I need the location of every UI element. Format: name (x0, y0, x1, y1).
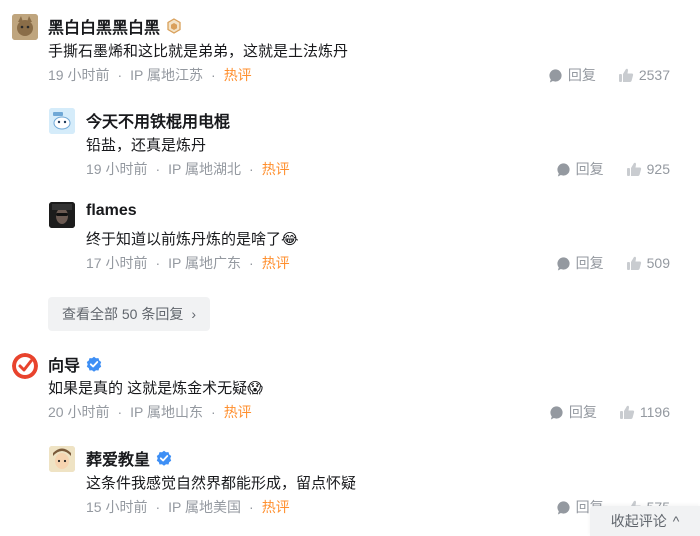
separator-dot: · (249, 255, 254, 271)
comment-meta: 20 小时前 · IP 属地山东 · 热评 (48, 402, 252, 422)
comment-text: 铅盐，还真是炼丹 (86, 137, 207, 154)
comment-actions: 回复 2537 (548, 65, 670, 85)
like-count: 2537 (638, 67, 670, 83)
comment-text: 手撕石墨烯和这比就是弟弟，这就是土法炼丹 (48, 43, 349, 60)
like-button[interactable]: 1196 (619, 404, 670, 420)
username[interactable]: 葬爱教皇 (86, 446, 172, 470)
comment-time: 19 小时前 (48, 67, 110, 83)
reply-label: 回复 (567, 67, 596, 83)
thumbs-up-icon (619, 405, 635, 419)
separator-dot: · (211, 404, 216, 420)
avatar[interactable] (49, 446, 75, 472)
verified-check-icon (156, 450, 172, 466)
reply-button[interactable]: 回复 (548, 65, 596, 85)
reply-label: 回复 (575, 255, 604, 271)
reply-button[interactable]: 回复 (556, 159, 604, 179)
collapse-comments-button[interactable]: 收起评论 ^ (590, 506, 700, 536)
thumbs-up-icon (618, 68, 633, 82)
separator-dot: · (155, 255, 161, 271)
comment-meta: 15 小时前 · IP 属地美国 · 热评 (86, 497, 290, 517)
username-text[interactable]: 今天不用铁棍用电棍 (86, 108, 230, 132)
comment-time: 20 小时前 (48, 404, 110, 420)
comment-time: 15 小时前 (86, 499, 148, 515)
like-button[interactable]: 2537 (618, 67, 670, 83)
separator-dot: · (155, 499, 161, 515)
hot-comment-badge: 热评 (223, 404, 252, 420)
reply-bubble-icon (549, 68, 562, 83)
ip-location: IP 属地广东 (168, 255, 242, 271)
avatar[interactable] (49, 202, 75, 228)
username-text[interactable]: 向导 (48, 352, 80, 376)
separator-dot: · (155, 161, 161, 177)
avatar-check-logo-image (12, 353, 38, 379)
avatar-anime-image (49, 446, 75, 472)
reply-bubble-icon (557, 256, 570, 271)
view-all-label: 查看全部 50 条回复 (62, 306, 184, 322)
thumbs-up-icon (626, 256, 641, 270)
comment-time: 19 小时前 (86, 161, 148, 177)
hot-comment-badge: 热评 (261, 255, 290, 271)
collapse-label: 收起评论 (610, 513, 667, 529)
like-button[interactable]: 509 (626, 255, 670, 271)
avatar-cat-image (12, 14, 38, 40)
avatar[interactable] (49, 108, 75, 134)
view-all-replies-button[interactable]: 查看全部 50 条回复 › (48, 297, 211, 331)
avatar-cartoon-image (49, 108, 75, 134)
separator-dot: · (117, 404, 123, 420)
reply-label: 回复 (568, 404, 597, 420)
comment-meta: 17 小时前 · IP 属地广东 · 热评 (86, 253, 290, 273)
comment-actions: 回复 925 (556, 159, 670, 179)
reply-button[interactable]: 回复 (556, 253, 604, 273)
hot-comment-badge: 热评 (223, 67, 252, 83)
comment-meta: 19 小时前 · IP 属地湖北 · 热评 (86, 159, 290, 179)
reply-bubble-icon (557, 500, 570, 515)
separator-dot: · (117, 67, 123, 83)
comment-actions: 回复 509 (556, 253, 670, 273)
like-count: 925 (646, 161, 670, 177)
username-text[interactable]: flames (86, 202, 137, 220)
username[interactable]: 黑白白黑黑白黑 (48, 14, 182, 38)
ip-location: IP 属地山东 (130, 404, 204, 420)
username-text[interactable]: 葬爱教皇 (86, 446, 150, 470)
reply-label: 回复 (575, 161, 604, 177)
avatar[interactable] (12, 14, 38, 40)
username[interactable]: 今天不用铁棍用电棍 (86, 108, 230, 132)
level-hexagon-badge-icon (166, 18, 182, 34)
separator-dot: · (249, 161, 254, 177)
chevron-right-icon: › (191, 306, 197, 322)
like-count: 509 (646, 255, 670, 271)
comment-text: 终于知道以前炼丹炼的是啥了😂 (86, 231, 299, 248)
comment-time: 17 小时前 (86, 255, 148, 271)
comment-actions: 回复 1196 (549, 402, 670, 422)
comment-text: 如果是真的 这就是炼金术无疑😱 (48, 380, 263, 397)
verified-check-icon (86, 356, 102, 372)
separator-dot: · (211, 67, 216, 83)
username-text[interactable]: 黑白白黑黑白黑 (48, 14, 160, 38)
thumbs-up-icon (626, 162, 641, 176)
avatar-photo-image (49, 202, 75, 228)
reply-bubble-icon (557, 162, 570, 177)
username[interactable]: flames (86, 202, 137, 220)
username[interactable]: 向导 (48, 352, 102, 376)
hot-comment-badge: 热评 (261, 499, 290, 515)
like-count: 1196 (639, 404, 670, 420)
ip-location: IP 属地美国 (168, 499, 242, 515)
comment-section: 黑白白黑黑白黑 手撕石墨烯和这比就是弟弟，这就是土法炼丹 19 小时前 · IP… (0, 0, 700, 536)
avatar[interactable] (12, 353, 38, 379)
ip-location: IP 属地江苏 (130, 67, 204, 83)
reply-button[interactable]: 回复 (549, 402, 597, 422)
like-button[interactable]: 925 (626, 161, 670, 177)
chevron-up-icon: ^ (672, 513, 680, 529)
reply-bubble-icon (550, 405, 563, 420)
hot-comment-badge: 热评 (261, 161, 290, 177)
ip-location: IP 属地湖北 (168, 161, 242, 177)
comment-meta: 19 小时前 · IP 属地江苏 · 热评 (48, 65, 252, 85)
comment-text: 这条件我感觉自然界都能形成，留点怀疑 (86, 475, 357, 492)
separator-dot: · (249, 499, 254, 515)
